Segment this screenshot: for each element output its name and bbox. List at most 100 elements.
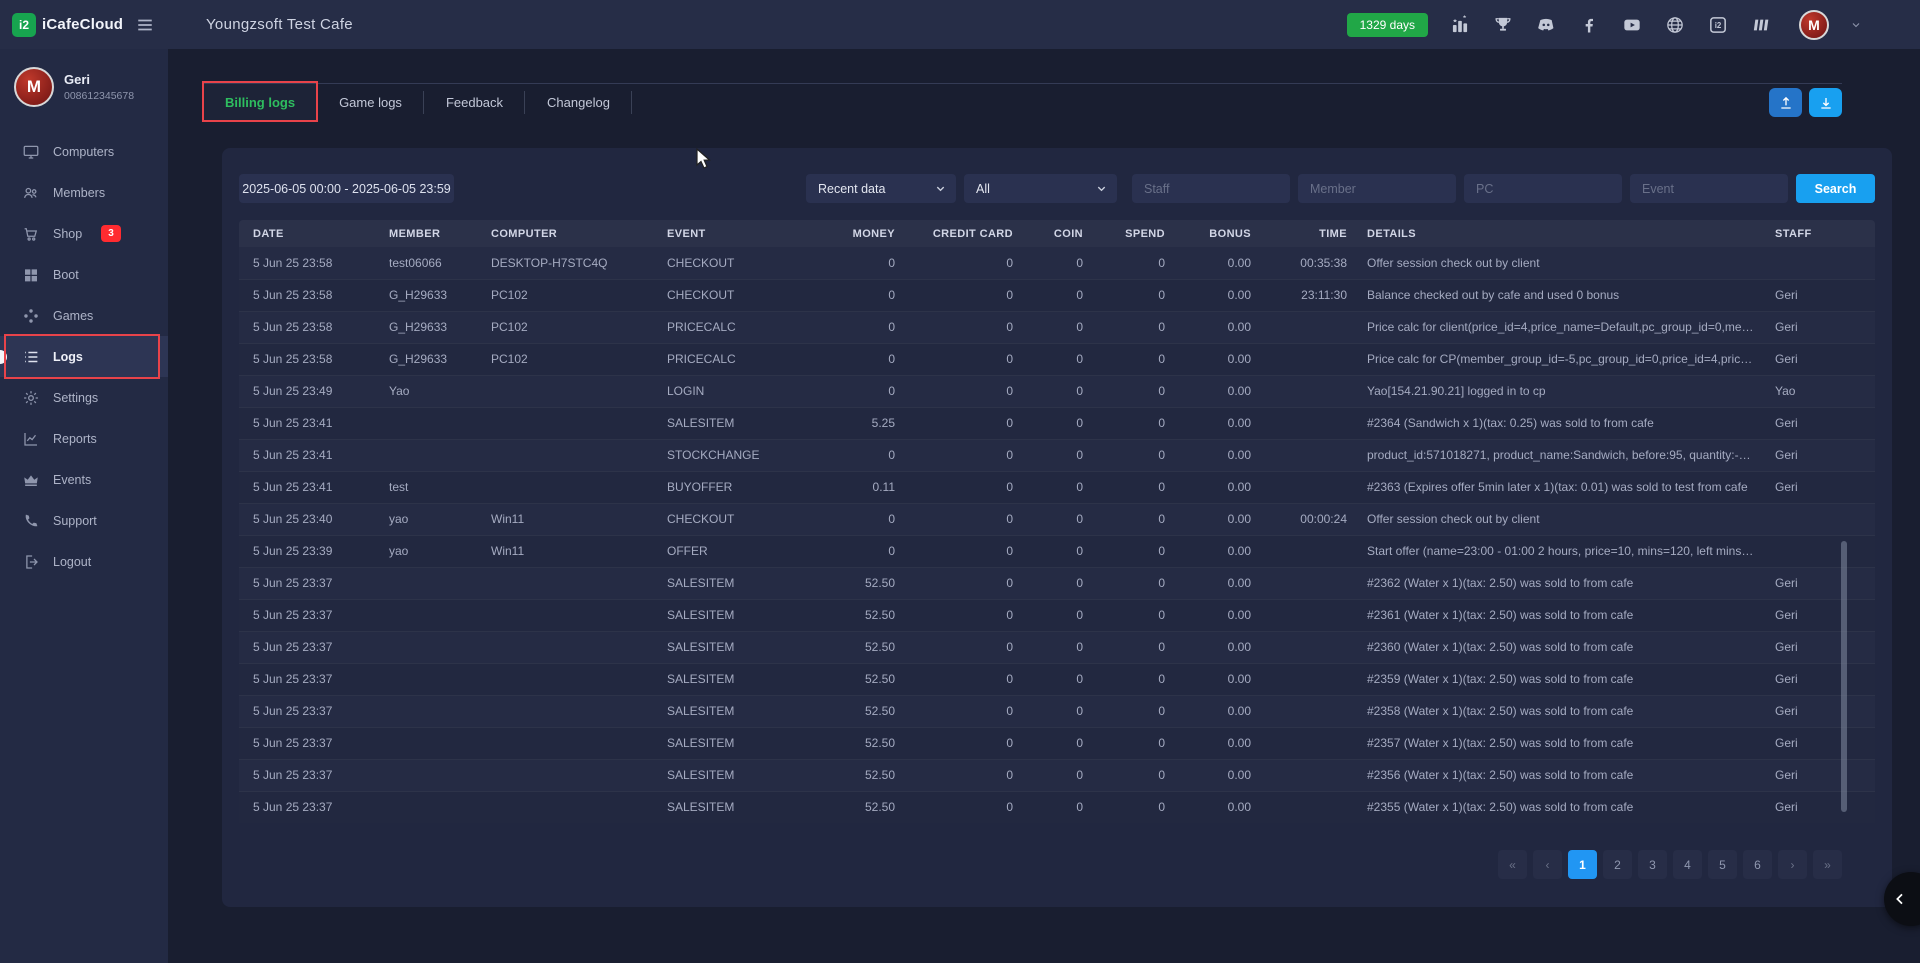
recent-data-select[interactable]: Recent data (806, 174, 956, 203)
table-row[interactable]: 5 Jun 25 23:58G_H29633PC102PRICECALC0000… (239, 311, 1875, 343)
cell-time (1261, 471, 1357, 503)
table-scrollbar[interactable] (1841, 541, 1847, 812)
table-row[interactable]: 5 Jun 25 23:41STOCKCHANGE00000.00product… (239, 439, 1875, 471)
column-header-credit[interactable]: CREDIT CARD (905, 220, 1023, 247)
column-header-computer[interactable]: COMPUTER (481, 220, 657, 247)
staff-input[interactable] (1132, 174, 1290, 203)
page-button-6[interactable]: 6 (1743, 850, 1772, 879)
ranking-icon[interactable] (1449, 14, 1471, 36)
cell-money: 0 (815, 503, 905, 535)
brand-logo[interactable]: i2 iCafeCloud (12, 13, 123, 37)
cell-member: test06066 (379, 247, 481, 279)
table-row[interactable]: 5 Jun 25 23:58G_H29633PC102CHECKOUT00000… (239, 279, 1875, 311)
cell-member (379, 791, 481, 823)
table-row[interactable]: 5 Jun 25 23:39yaoWin11OFFER00000.00Start… (239, 535, 1875, 567)
column-header-time[interactable]: TIME (1261, 220, 1357, 247)
cell-member (379, 631, 481, 663)
column-header-event[interactable]: EVENT (657, 220, 815, 247)
youtube-icon[interactable] (1621, 14, 1643, 36)
column-header-member[interactable]: MEMBER (379, 220, 481, 247)
export-button[interactable] (1769, 88, 1802, 117)
cell-time (1261, 535, 1357, 567)
tab-changelog[interactable]: Changelog (525, 84, 632, 121)
avatar[interactable]: M (1799, 10, 1829, 40)
column-header-bonus[interactable]: BONUS (1175, 220, 1261, 247)
table-row[interactable]: 5 Jun 25 23:37SALESITEM52.500000.00#2360… (239, 631, 1875, 663)
table-row[interactable]: 5 Jun 25 23:41testBUYOFFER0.110000.00#23… (239, 471, 1875, 503)
stack-icon[interactable] (1750, 14, 1772, 36)
sidebar-item-settings[interactable]: Settings (0, 377, 168, 418)
cell-money: 0 (815, 311, 905, 343)
member-input[interactable] (1298, 174, 1456, 203)
date-range-picker[interactable]: 2025-06-05 00:00 - 2025-06-05 23:59 (239, 174, 454, 203)
page-button-4[interactable]: 4 (1673, 850, 1702, 879)
user-avatar[interactable]: M (14, 67, 54, 107)
sidebar-item-logout[interactable]: Logout (0, 541, 168, 582)
tab-feedback[interactable]: Feedback (424, 84, 525, 121)
facebook-icon[interactable] (1578, 14, 1600, 36)
column-header-staff[interactable]: STAFF (1765, 220, 1875, 247)
cell-spend: 0 (1093, 791, 1175, 823)
cell-member (379, 599, 481, 631)
sidebar-item-support[interactable]: Support (0, 500, 168, 541)
column-header-date[interactable]: DATE (239, 220, 379, 247)
column-header-money[interactable]: MONEY (815, 220, 905, 247)
column-header-coin[interactable]: COIN (1023, 220, 1093, 247)
cell-date: 5 Jun 25 23:41 (239, 407, 379, 439)
page-button-1[interactable]: 1 (1568, 850, 1597, 879)
event-type-select[interactable]: All (964, 174, 1117, 203)
table-row[interactable]: 5 Jun 25 23:58G_H29633PC102PRICECALC0000… (239, 343, 1875, 375)
page-button-3[interactable]: 3 (1638, 850, 1667, 879)
cell-details: Start offer (name=23:00 - 01:00 2 hours,… (1357, 535, 1765, 567)
first-page-button[interactable]: « (1498, 850, 1527, 879)
sidebar-item-reports[interactable]: Reports (0, 418, 168, 459)
column-header-details[interactable]: DETAILS (1357, 220, 1765, 247)
table-row[interactable]: 5 Jun 25 23:41SALESITEM5.250000.00#2364 … (239, 407, 1875, 439)
next-page-button[interactable]: › (1778, 850, 1807, 879)
days-remaining-badge[interactable]: 1329 days (1347, 13, 1428, 37)
table-row[interactable]: 5 Jun 25 23:40yaoWin11CHECKOUT00000.0000… (239, 503, 1875, 535)
last-page-button[interactable]: » (1813, 850, 1842, 879)
cell-coin: 0 (1023, 695, 1093, 727)
cell-coin: 0 (1023, 407, 1093, 439)
sidebar-item-games[interactable]: Games (0, 295, 168, 336)
pc-input[interactable] (1464, 174, 1622, 203)
table-row[interactable]: 5 Jun 25 23:37SALESITEM52.500000.00#2361… (239, 599, 1875, 631)
tab-game-logs[interactable]: Game logs (317, 84, 424, 121)
sidebar-item-events[interactable]: Events (0, 459, 168, 500)
page-button-5[interactable]: 5 (1708, 850, 1737, 879)
icafecloud-icon[interactable]: i2 (1707, 14, 1729, 36)
table-row[interactable]: 5 Jun 25 23:37SALESITEM52.500000.00#2358… (239, 695, 1875, 727)
table-row[interactable]: 5 Jun 25 23:37SALESITEM52.500000.00#2359… (239, 663, 1875, 695)
globe-icon[interactable] (1664, 14, 1686, 36)
sidebar-item-boot[interactable]: Boot (0, 254, 168, 295)
chevron-down-icon[interactable] (1850, 19, 1862, 31)
table-row[interactable]: 5 Jun 25 23:37SALESITEM52.500000.00#2355… (239, 791, 1875, 823)
table-row[interactable]: 5 Jun 25 23:49YaoLOGIN00000.00Yao[154.21… (239, 375, 1875, 407)
sidebar-item-computers[interactable]: Computers (0, 131, 168, 172)
tab-billing-logs[interactable]: Billing logs (203, 84, 317, 121)
sidebar-item-members[interactable]: Members (0, 172, 168, 213)
table-row[interactable]: 5 Jun 25 23:58test06066DESKTOP-H7STC4QCH… (239, 247, 1875, 279)
column-header-spend[interactable]: SPEND (1093, 220, 1175, 247)
discord-icon[interactable] (1535, 14, 1557, 36)
page-button-2[interactable]: 2 (1603, 850, 1632, 879)
table-row[interactable]: 5 Jun 25 23:37SALESITEM52.500000.00#2362… (239, 567, 1875, 599)
search-button[interactable]: Search (1796, 174, 1875, 203)
trophy-icon[interactable] (1492, 14, 1514, 36)
cell-coin: 0 (1023, 791, 1093, 823)
sidebar-item-logs[interactable]: Logs (0, 336, 168, 377)
prev-page-button[interactable]: ‹ (1533, 850, 1562, 879)
table-row[interactable]: 5 Jun 25 23:37SALESITEM52.500000.00#2357… (239, 727, 1875, 759)
sidebar-item-shop[interactable]: Shop 3 (0, 213, 168, 254)
cell-time: 00:35:38 (1261, 247, 1357, 279)
logs-table: DATEMEMBERCOMPUTEREVENTMONEYCREDIT CARDC… (239, 220, 1875, 823)
hamburger-menu-icon[interactable] (136, 16, 154, 34)
import-button[interactable] (1809, 88, 1842, 117)
cell-member (379, 663, 481, 695)
cell-time: 00:00:24 (1261, 503, 1357, 535)
table-row[interactable]: 5 Jun 25 23:37SALESITEM52.500000.00#2356… (239, 759, 1875, 791)
cell-bonus: 0.00 (1175, 663, 1261, 695)
cell-credit: 0 (905, 407, 1023, 439)
event-input[interactable] (1630, 174, 1788, 203)
